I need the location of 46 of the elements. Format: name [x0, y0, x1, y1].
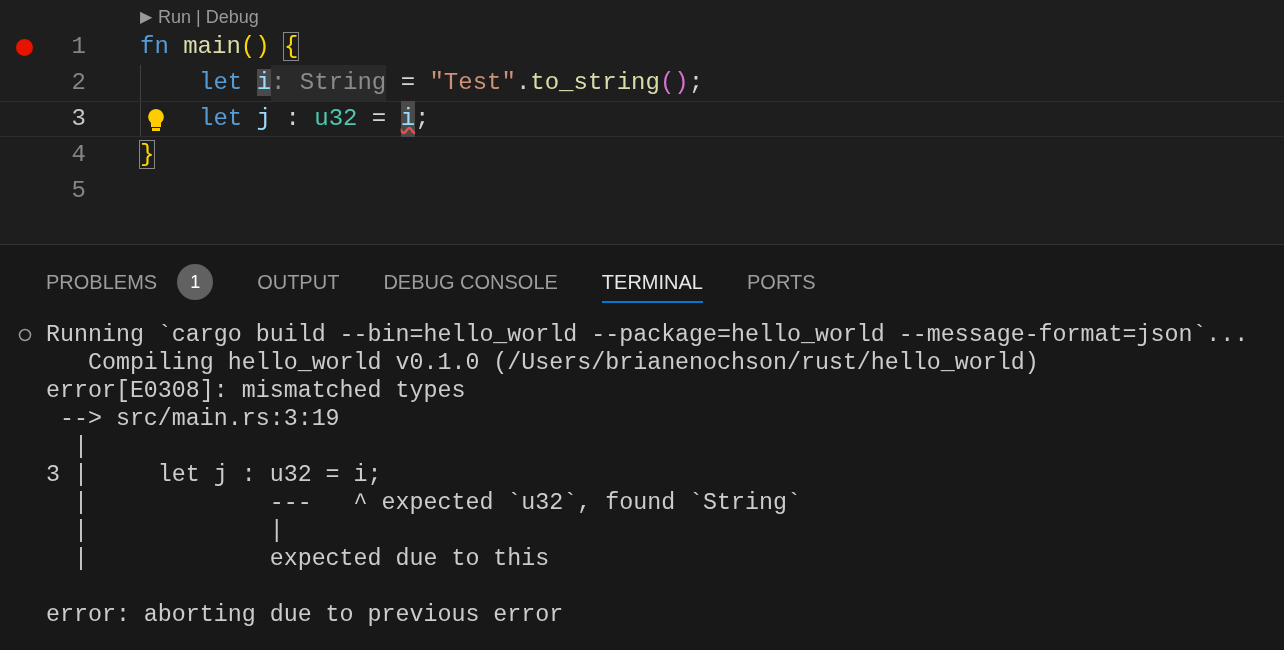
code-token: ;	[415, 104, 430, 134]
run-glyph[interactable]: ▶	[140, 5, 152, 29]
code-token: :	[284, 104, 301, 134]
panel-tab[interactable]: OUTPUT	[257, 263, 340, 303]
code-token: {	[283, 32, 299, 62]
code-token: ()	[659, 68, 689, 98]
code-token: i	[255, 68, 272, 98]
codelens-link[interactable]: Run | Debug	[158, 5, 259, 29]
count-badge: 1	[177, 264, 214, 300]
terminal-line: error[E0308]: mismatched types	[46, 378, 466, 404]
terminal-line: Compiling hello_world v0.1.0 (/Users/brianenochson/rust/hello_world)	[86, 350, 1039, 376]
code-token: "Test"	[429, 68, 516, 98]
code-token: let	[199, 68, 243, 98]
terminal-line: | expected due to this	[72, 546, 550, 572]
terminal-line: error: aborting due to previous error	[46, 602, 564, 628]
line-number: 2	[70, 68, 86, 98]
terminal-line: Running `cargo build --bin=hello_world --package=hello_world --message-format=json`...	[46, 322, 1249, 348]
code-token: : String	[271, 65, 387, 101]
lightbulb-icon[interactable]	[147, 108, 165, 132]
line-number: 4	[70, 140, 86, 170]
terminal-line: |	[72, 434, 88, 460]
code-token: }	[140, 140, 155, 170]
code-token: let	[199, 104, 243, 134]
code-token: i	[400, 101, 416, 137]
code-token: =	[399, 68, 417, 98]
panel-tab[interactable]: PROBLEMS 1	[46, 263, 214, 303]
code-token: main	[182, 32, 241, 62]
code-token: j	[255, 104, 272, 134]
line-number: 5	[70, 176, 86, 206]
terminal-line: --> src/main.rs:3:19	[58, 406, 340, 432]
code-token: u32	[314, 104, 358, 134]
terminal-line: | |	[72, 518, 284, 544]
code-token: to_string	[530, 68, 660, 98]
code-token: .	[515, 68, 531, 98]
breakpoint-icon[interactable]	[15, 38, 33, 56]
terminal-line: | --- ^ expected `u32`, found `String`	[72, 490, 801, 516]
panel-tab[interactable]: TERMINAL	[601, 263, 703, 303]
line-number: 3	[70, 104, 86, 134]
code-token: fn	[140, 32, 169, 62]
panel-tab[interactable]: DEBUG CONSOLE	[383, 263, 558, 303]
code-token: ()	[240, 32, 270, 62]
line-number: 1	[70, 32, 86, 62]
terminal-line: 3 | let j : u32 = i;	[46, 462, 382, 488]
code-token: ;	[688, 68, 704, 98]
panel-tab[interactable]: PORTS	[747, 263, 816, 303]
code-token: =	[370, 104, 388, 134]
